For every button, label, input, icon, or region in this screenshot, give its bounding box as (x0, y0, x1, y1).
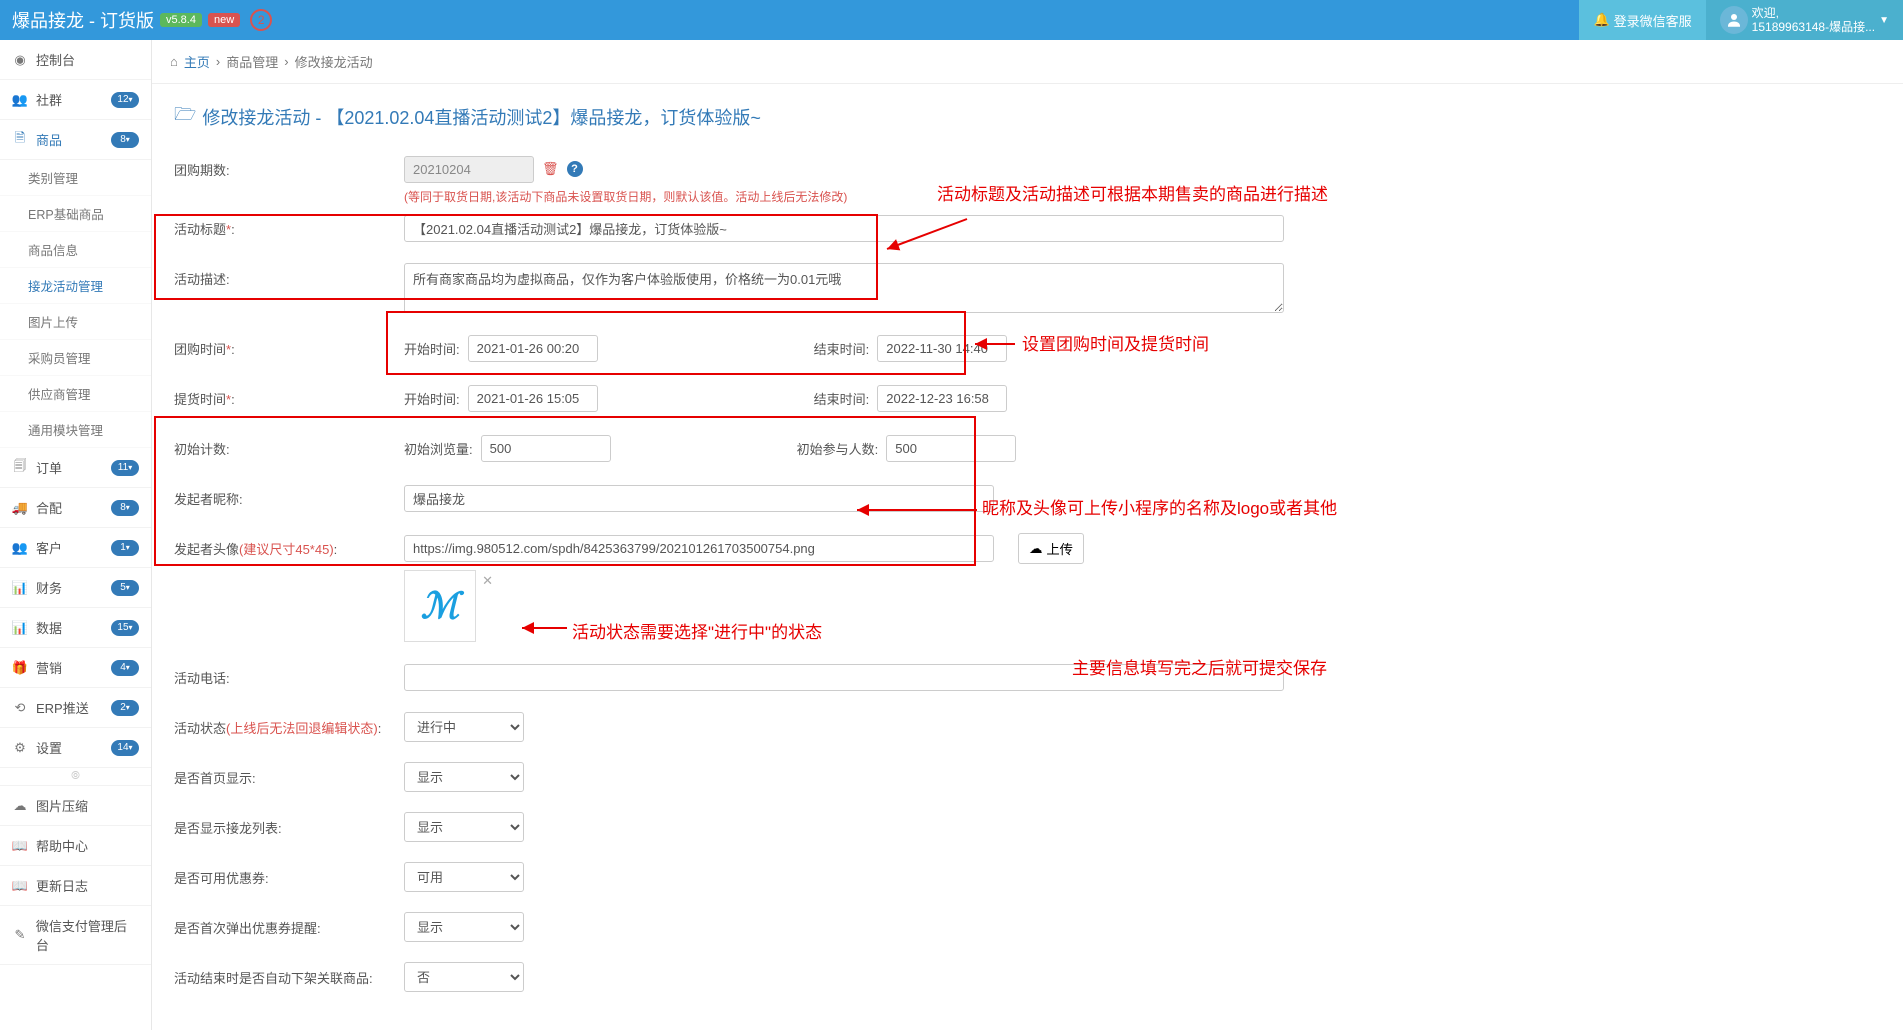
first-popup-select[interactable]: 显示 (404, 912, 524, 942)
init-join-input[interactable] (886, 435, 1016, 462)
subitem-activity-mgmt[interactable]: 接龙活动管理 (0, 268, 151, 304)
home-show-label: 是否首页显示: (174, 762, 404, 787)
sidebar-item-wechat-pay[interactable]: ✎微信支付管理后台 (0, 906, 151, 965)
trash-icon[interactable]: 🗑 (542, 161, 559, 177)
topbar: 爆品接龙 - 订货版 v5.8.4 new 2 🔔 登录微信客服 欢迎, 151… (0, 0, 1903, 40)
sidebar-item-help[interactable]: 📖帮助中心 (0, 826, 151, 866)
home-show-select[interactable]: 显示 (404, 762, 524, 792)
subitem-image-upload[interactable]: 图片上传 (0, 304, 151, 340)
pickup-time-label: 提货时间*: (174, 383, 404, 408)
info-icon[interactable]: ? (567, 161, 583, 177)
nick-input[interactable] (404, 485, 994, 512)
sidebar-item-products[interactable]: 🗎商品8 (0, 120, 151, 160)
group-time-label: 团购时间*: (174, 333, 404, 358)
period-input (404, 156, 534, 183)
sidebar-item-finance[interactable]: 📊财务5 (0, 568, 151, 608)
truck-icon: 🚚 (12, 500, 28, 516)
order-icon: 🗐 (12, 460, 28, 476)
period-label: 团购期数: (174, 154, 404, 179)
subitem-common-module[interactable]: 通用模块管理 (0, 412, 151, 448)
upload-button[interactable]: ☁上传 (1018, 533, 1084, 564)
desc-label: 活动描述: (174, 263, 404, 288)
sidebar-item-community[interactable]: 👥社群12 (0, 80, 151, 120)
sidebar-item-distribution[interactable]: 🚚合配8 (0, 488, 151, 528)
version-badge: v5.8.4 (160, 13, 202, 27)
sidebar-item-marketing[interactable]: 🎁营销4 (0, 648, 151, 688)
subitem-erp-products[interactable]: ERP基础商品 (0, 196, 151, 232)
group-icon: 👥 (12, 92, 28, 108)
wechat-login-button[interactable]: 🔔 登录微信客服 (1579, 0, 1705, 40)
pickup-start-input[interactable] (468, 385, 598, 412)
gift-icon: 🎁 (12, 660, 28, 676)
auto-off-select[interactable]: 否 (404, 962, 524, 992)
bell-icon: 🔔 (1593, 12, 1609, 28)
group-start-input[interactable] (468, 335, 598, 362)
first-popup-label: 是否首次弹出优惠券提醒: (174, 912, 404, 937)
home-icon: ⌂ (170, 54, 178, 69)
new-badge: new (208, 13, 240, 27)
coupon-label: 是否可用优惠券: (174, 862, 404, 887)
breadcrumb: ⌂ 主页 › 商品管理 › 修改接龙活动 (152, 40, 1903, 84)
user-avatar-icon (1720, 6, 1748, 34)
coupon-select[interactable]: 可用 (404, 862, 524, 892)
title-label: 活动标题*: (174, 213, 404, 238)
subitem-category[interactable]: 类别管理 (0, 160, 151, 196)
sidebar-item-settings[interactable]: ⚙设置14 (0, 728, 151, 768)
book-icon: 📖 (12, 878, 28, 894)
sidebar-item-compress[interactable]: ☁图片压缩 (0, 786, 151, 826)
avatar-url-input[interactable] (404, 535, 994, 562)
avatar-logo-icon: ℳ (421, 585, 460, 627)
cloud-icon: ☁ (12, 798, 28, 814)
avatar-label: 发起者头像(建议尺寸45*45): (174, 533, 404, 558)
page-title: 🗁 修改接龙活动 - 【2021.02.04直播活动测试2】爆品接龙，订货体验版… (174, 102, 1881, 132)
phone-label: 活动电话: (174, 662, 404, 687)
subitem-purchaser[interactable]: 采购员管理 (0, 340, 151, 376)
auto-off-label: 活动结束时是否自动下架关联商品: (174, 962, 404, 987)
group-end-input[interactable] (877, 335, 1007, 362)
user-menu[interactable]: 欢迎, 15189963148-爆品接... ▼ (1706, 0, 1903, 40)
notification-count[interactable]: 2 (250, 9, 272, 31)
subitem-product-info[interactable]: 商品信息 (0, 232, 151, 268)
sidebar-item-customers[interactable]: 👥客户1 (0, 528, 151, 568)
bars-icon: 📊 (12, 620, 28, 636)
init-count-label: 初始计数: (174, 433, 404, 458)
sidebar-item-erp-push[interactable]: ⟲ERP推送2 (0, 688, 151, 728)
folder-icon: 🗁 (174, 102, 196, 132)
init-view-input[interactable] (481, 435, 611, 462)
title-input[interactable] (404, 215, 1284, 242)
app-title: 爆品接龙 - 订货版 (12, 7, 154, 33)
period-note: (等同于取货日期,该活动下商品未设置取货日期，则默认该值。活动上线后无法修改) (404, 188, 847, 205)
remove-avatar-icon[interactable]: ✕ (482, 573, 493, 589)
sidebar-item-console[interactable]: ◉控制台 (0, 40, 151, 80)
sidebar-item-orders[interactable]: 🗐订单11 (0, 448, 151, 488)
list-show-label: 是否显示接龙列表: (174, 812, 404, 837)
sidebar: ◉控制台 👥社群12 🗎商品8 类别管理 ERP基础商品 商品信息 接龙活动管理… (0, 40, 152, 1030)
subitem-supplier[interactable]: 供应商管理 (0, 376, 151, 412)
breadcrumb-home[interactable]: 主页 (184, 52, 210, 71)
status-select[interactable]: 进行中 (404, 712, 524, 742)
nick-label: 发起者昵称: (174, 483, 404, 508)
breadcrumb-current: 修改接龙活动 (295, 52, 373, 71)
users-icon: 👥 (12, 540, 28, 556)
avatar-preview: ℳ ✕ (404, 570, 476, 642)
chevron-down-icon: ▼ (1879, 15, 1889, 26)
pickup-end-input[interactable] (877, 385, 1007, 412)
book-icon: 📖 (12, 838, 28, 854)
dashboard-icon: ◉ (12, 52, 28, 68)
file-icon: 🗎 (12, 132, 28, 148)
cloud-upload-icon: ☁ (1029, 541, 1042, 557)
edit-icon: ✎ (12, 927, 28, 943)
status-label: 活动状态(上线后无法回退编辑状态): (174, 712, 404, 737)
list-show-select[interactable]: 显示 (404, 812, 524, 842)
sidebar-item-data[interactable]: 📊数据15 (0, 608, 151, 648)
phone-input[interactable] (404, 664, 1284, 691)
gear-icon: ⚙ (12, 740, 28, 756)
desc-textarea[interactable]: 所有商家商品均为虚拟商品，仅作为客户体验版使用，价格统一为0.01元哦 (404, 263, 1284, 313)
chart-icon: 📊 (12, 580, 28, 596)
breadcrumb-products: 商品管理 (226, 52, 278, 71)
sync-icon: ⟲ (12, 700, 28, 716)
sidebar-item-changelog[interactable]: 📖更新日志 (0, 866, 151, 906)
sidebar-collapse[interactable]: ⦾ (0, 768, 151, 786)
